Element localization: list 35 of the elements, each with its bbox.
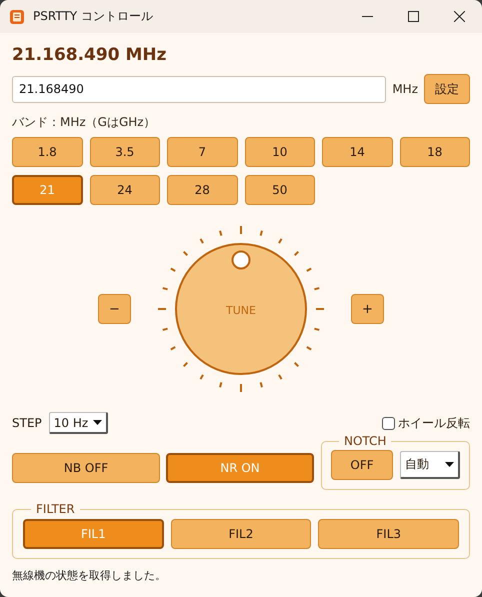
step-label: STEP [12,416,42,430]
knob-label: TUNE [226,304,256,317]
maximize-icon [408,11,418,22]
band-button[interactable]: 7 [167,137,238,167]
frequency-display: 21.168.490 MHz [12,45,168,65]
app-icon [9,8,25,24]
band-label: バンド：MHz（GはGHz） [12,114,157,131]
wheel-reverse-checkbox[interactable]: ホイール反転 [382,414,470,432]
unit-label: MHz [392,82,418,96]
increase-button[interactable]: + [351,294,384,324]
dropdown-arrow-icon [92,420,102,425]
notch-mode-dropdown[interactable]: 自動 [400,451,460,479]
group-title: NOTCH [343,434,388,448]
band-button[interactable]: 3.5 [90,137,160,167]
close-icon [454,11,464,22]
group-title: FILTER [35,502,76,516]
band-button[interactable]: 18 [400,137,470,167]
band-button[interactable]: 28 [167,175,238,205]
frequency-input-field[interactable]: 21.168490 [12,76,386,102]
decrease-button[interactable]: − [98,294,131,324]
set-button[interactable]: 設定 [424,74,470,104]
band-button[interactable]: 10 [244,137,315,167]
filter-button[interactable]: FIL2 [170,519,312,549]
notch-button[interactable]: OFF [331,450,393,480]
filter-button[interactable]: FIL3 [318,519,459,549]
band-button[interactable]: 24 [90,175,160,205]
step-dropdown[interactable]: 10 Hz [48,412,108,434]
status-message: 無線機の状態を取得しました。 [12,568,167,583]
dropdown-arrow-icon [445,462,454,467]
window-title: PSRTTY コントロール [33,8,154,25]
band-button[interactable]: 1.8 [12,137,82,167]
band-button[interactable]: 14 [322,137,392,167]
tune-knob[interactable] [175,243,307,375]
band-button[interactable]: 50 [244,175,315,205]
nb-button[interactable]: NB OFF [12,453,160,483]
